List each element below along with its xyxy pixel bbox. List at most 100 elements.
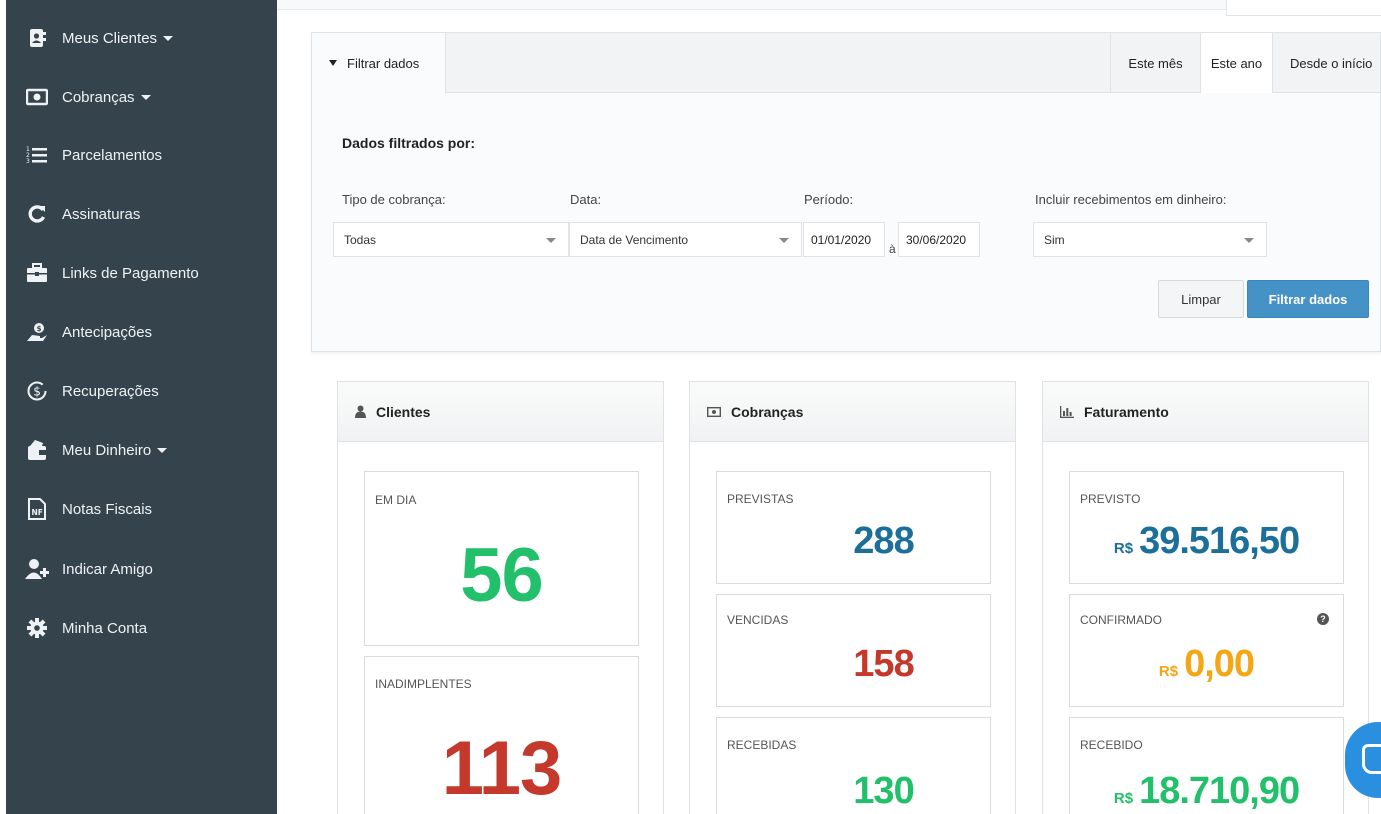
clientes-card-header: Clientes — [338, 382, 663, 442]
sidebar-item-meus-clientes[interactable]: Meus Clientes — [12, 18, 277, 58]
period-tabs: Este mês Este ano Desde o início — [1110, 33, 1380, 93]
recebidas-stat[interactable]: RECEBIDAS 130 — [716, 717, 991, 814]
data-select[interactable]: Data de Vencimento — [569, 222, 802, 257]
svg-text:NF: NF — [32, 508, 43, 517]
clientes-card: Clientes EM DIA 56 INADIMPLENTES 113 — [337, 381, 664, 814]
periodo-start-input[interactable] — [803, 222, 885, 257]
data-label: Data: — [570, 192, 602, 207]
tab-este-mes[interactable]: Este mês — [1110, 33, 1200, 93]
chat-icon — [1362, 744, 1381, 774]
currency-symbol: R$ — [1113, 790, 1134, 807]
data-value: Data de Vencimento — [580, 232, 689, 247]
periodo-end-input[interactable] — [898, 222, 980, 257]
recebido-label: RECEBIDO — [1080, 738, 1143, 752]
em-dia-stat[interactable]: EM DIA 56 — [364, 471, 639, 646]
numbered-list-icon: 123 — [12, 145, 62, 165]
sidebar: Meus Clientes Cobranças 123 Parcelamento… — [0, 0, 277, 814]
top-bar-edge — [277, 0, 1381, 16]
sidebar-item-label: Minha Conta — [62, 619, 148, 637]
chevron-down-icon — [157, 447, 168, 453]
sidebar-item-label: Antecipações — [62, 323, 153, 341]
contacts-book-icon — [12, 28, 62, 48]
currency-symbol: R$ — [1158, 663, 1179, 680]
previsto-stat[interactable]: PREVISTO R$ 39.516,50 — [1069, 471, 1344, 584]
sidebar-item-label: Links de Pagamento — [62, 264, 199, 282]
periodo-separator: à — [889, 242, 896, 256]
sidebar-item-label: Cobranças — [62, 88, 135, 106]
sidebar-item-label: Assinaturas — [62, 205, 141, 223]
sidebar-item-cobrancas[interactable]: Cobranças — [12, 77, 277, 117]
faturamento-card: Faturamento PREVISTO R$ 39.516,50 CONFIRM… — [1042, 381, 1369, 814]
briefcase-icon — [12, 263, 62, 283]
sidebar-item-links-de-pagamento[interactable]: Links de Pagamento — [12, 253, 277, 293]
sidebar-item-label: Parcelamentos — [62, 146, 163, 164]
help-icon[interactable]: ? — [1317, 613, 1329, 625]
add-user-icon — [12, 558, 62, 580]
currency-symbol: R$ — [1113, 540, 1134, 557]
banknote-icon — [707, 406, 721, 417]
previstas-label: PREVISTAS — [727, 492, 794, 506]
banknote-icon — [12, 88, 62, 106]
periodo-label: Período: — [804, 192, 854, 207]
filter-submit-button[interactable]: Filtrar dados — [1247, 280, 1369, 318]
inadimplentes-stat[interactable]: INADIMPLENTES 113 — [364, 656, 639, 814]
recebido-stat[interactable]: RECEBIDO R$ 18.710,90 — [1069, 717, 1344, 814]
gear-icon — [12, 618, 62, 638]
filter-bar: Filtrar dados Este mês Este ano Desde o … — [312, 33, 1380, 93]
em-dia-value: 56 — [460, 533, 544, 618]
hand-coin-icon: $ — [12, 322, 62, 342]
tipo-cobranca-select[interactable]: Todas — [333, 222, 569, 257]
tab-desde-o-inicio[interactable]: Desde o início — [1272, 33, 1380, 93]
inadimplentes-value: 113 — [441, 726, 563, 811]
inadimplentes-label: INADIMPLENTES — [375, 677, 472, 691]
chevron-down-icon — [163, 35, 174, 41]
cobrancas-card: Cobranças PREVISTAS 288 VENCIDAS 158 REC… — [689, 381, 1016, 814]
sidebar-item-antecipacoes[interactable]: $ Antecipações — [12, 312, 277, 352]
refresh-icon — [12, 204, 62, 224]
sidebar-item-parcelamentos[interactable]: 123 Parcelamentos — [12, 135, 277, 175]
confirmado-value: 0,00 — [1184, 643, 1255, 685]
sidebar-item-label: Meus Clientes — [62, 29, 158, 47]
recebidas-label: RECEBIDAS — [727, 738, 797, 752]
previstas-stat[interactable]: PREVISTAS 288 — [716, 471, 991, 584]
previstas-value: 288 — [853, 520, 914, 562]
filter-panel: Filtrar dados Este mês Este ano Desde o … — [311, 32, 1381, 352]
dinheiro-select[interactable]: Sim — [1033, 222, 1267, 257]
sidebar-item-notas-fiscais[interactable]: NF Notas Fiscais — [12, 489, 277, 529]
chevron-down-icon — [779, 238, 789, 243]
sidebar-item-meu-dinheiro[interactable]: Meu Dinheiro — [12, 430, 277, 470]
sidebar-item-assinaturas[interactable]: Assinaturas — [12, 194, 277, 234]
invoice-nf-icon: NF — [12, 498, 62, 520]
previsto-value-line: R$ 39.516,50 — [1070, 520, 1343, 563]
svg-text:$: $ — [33, 385, 41, 399]
cobrancas-card-title: Cobranças — [731, 403, 804, 420]
confirmado-value-line: R$ 0,00 — [1070, 643, 1343, 686]
svg-text:3: 3 — [26, 158, 30, 165]
filter-title: Dados filtrados por: — [342, 135, 476, 151]
clear-button[interactable]: Limpar — [1158, 280, 1244, 318]
user-icon — [355, 405, 366, 418]
filter-funnel-icon — [329, 60, 337, 66]
vencidas-label: VENCIDAS — [727, 613, 789, 627]
sidebar-item-label: Recuperações — [62, 382, 159, 400]
sidebar-item-label: Notas Fiscais — [62, 500, 153, 518]
svg-text:$: $ — [37, 325, 42, 333]
sidebar-item-minha-conta[interactable]: Minha Conta — [12, 608, 277, 648]
tipo-cobranca-label: Tipo de cobrança: — [342, 192, 446, 207]
recebidas-value: 130 — [853, 770, 914, 812]
sidebar-item-indicar-amigo[interactable]: Indicar Amigo — [12, 549, 277, 589]
confirmado-stat[interactable]: CONFIRMADO ? R$ 0,00 — [1069, 594, 1344, 707]
em-dia-label: EM DIA — [375, 493, 417, 507]
faturamento-card-header: Faturamento — [1043, 382, 1368, 442]
recebido-value: 18.710,90 — [1139, 770, 1300, 812]
tab-este-ano[interactable]: Este ano — [1200, 33, 1272, 93]
dinheiro-value: Sim — [1044, 232, 1065, 247]
filter-toggle-label: Filtrar dados — [347, 55, 420, 71]
vencidas-stat[interactable]: VENCIDAS 158 — [716, 594, 991, 707]
chevron-down-icon — [1244, 238, 1254, 243]
bar-chart-icon — [1060, 405, 1074, 418]
clientes-card-title: Clientes — [376, 403, 431, 420]
filter-toggle-button[interactable]: Filtrar dados — [312, 33, 446, 93]
previsto-label: PREVISTO — [1080, 492, 1141, 506]
sidebar-item-recuperacoes[interactable]: $ Recuperações — [12, 371, 277, 411]
